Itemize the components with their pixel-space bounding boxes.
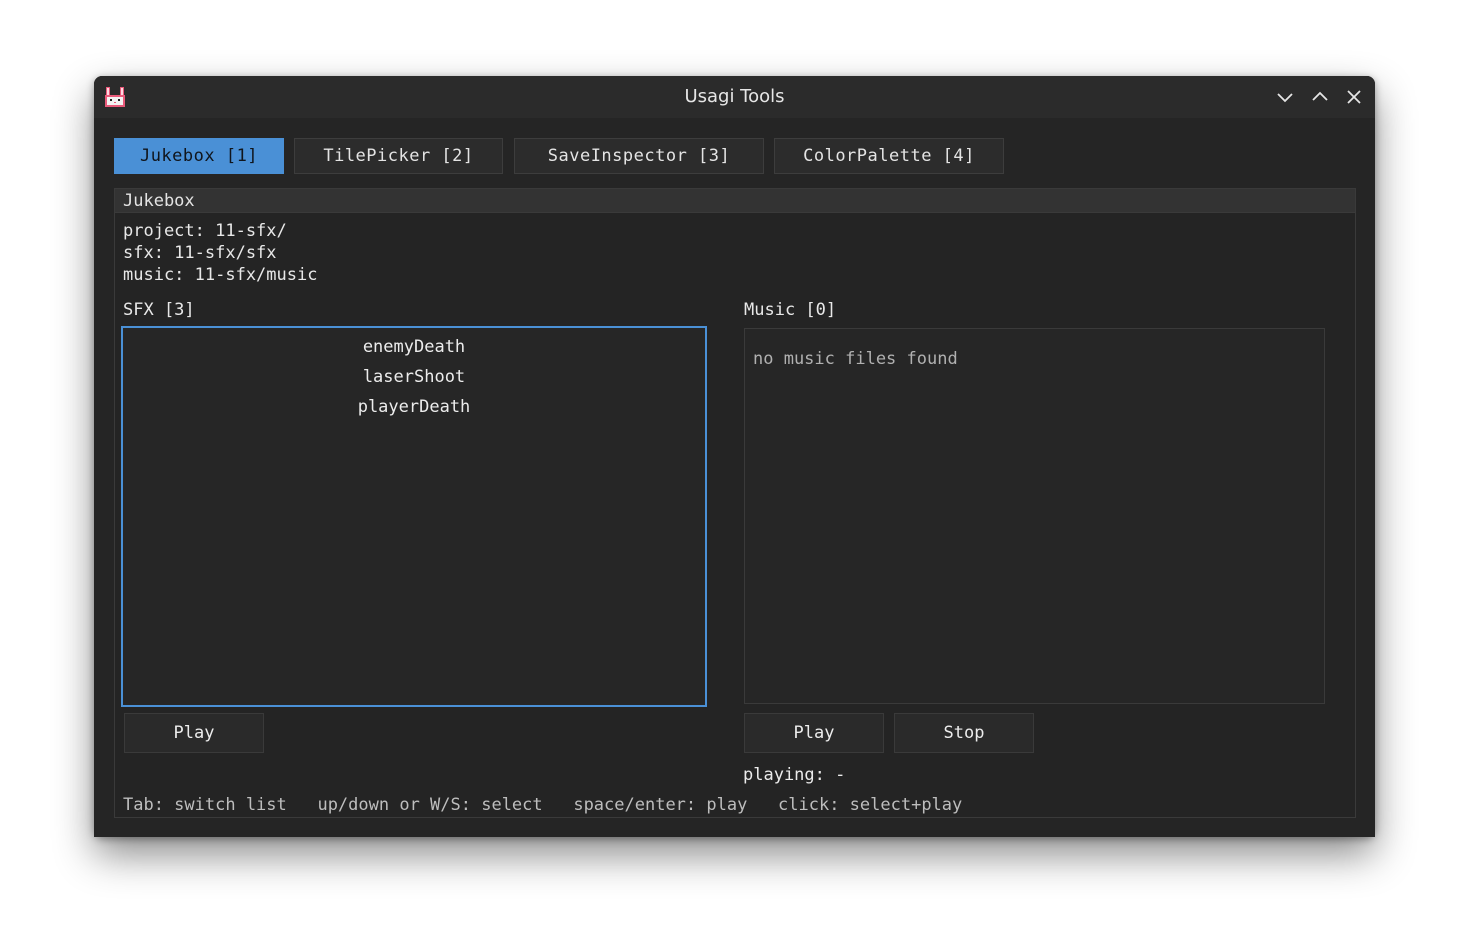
tab-saveinspector[interactable]: SaveInspector [3] bbox=[514, 138, 764, 174]
panel-header: Jukebox bbox=[115, 189, 1355, 213]
close-icon[interactable] bbox=[1342, 85, 1366, 109]
music-list[interactable]: no music files found bbox=[744, 328, 1325, 704]
sfx-list[interactable]: enemyDeath laserShoot playerDeath bbox=[121, 326, 707, 707]
tab-jukebox[interactable]: Jukebox [1] bbox=[114, 138, 284, 174]
sfx-play-button[interactable]: Play bbox=[124, 713, 264, 753]
sfx-list-item[interactable]: enemyDeath bbox=[123, 332, 705, 362]
title-bar[interactable]: Usagi Tools bbox=[94, 76, 1375, 118]
project-path: project: 11-sfx/ bbox=[123, 221, 287, 241]
jukebox-panel: Jukebox project: 11-sfx/ sfx: 11-sfx/sfx… bbox=[114, 188, 1356, 818]
music-stop-button[interactable]: Stop bbox=[894, 713, 1034, 753]
sfx-section-label: SFX [3] bbox=[123, 300, 195, 320]
app-window: Usagi Tools Jukebox [1] TilePicker [2] S… bbox=[94, 76, 1375, 837]
sfx-list-item[interactable]: playerDeath bbox=[123, 392, 705, 422]
music-section-label: Music [0] bbox=[744, 300, 837, 320]
minimize-icon[interactable] bbox=[1273, 85, 1297, 109]
tab-colorpalette[interactable]: ColorPalette [4] bbox=[774, 138, 1004, 174]
sfx-path: sfx: 11-sfx/sfx bbox=[123, 243, 277, 263]
sfx-list-item[interactable]: laserShoot bbox=[123, 362, 705, 392]
maximize-icon[interactable] bbox=[1308, 85, 1332, 109]
panel-title: Jukebox bbox=[123, 191, 195, 211]
music-play-button[interactable]: Play bbox=[744, 713, 884, 753]
music-path: music: 11-sfx/music bbox=[123, 265, 318, 285]
help-text: Tab: switch list up/down or W/S: select … bbox=[123, 795, 963, 815]
playing-status: playing: - bbox=[743, 765, 846, 785]
tab-tilepicker[interactable]: TilePicker [2] bbox=[294, 138, 503, 174]
music-empty-message: no music files found bbox=[753, 349, 958, 369]
window-title: Usagi Tools bbox=[684, 86, 785, 107]
